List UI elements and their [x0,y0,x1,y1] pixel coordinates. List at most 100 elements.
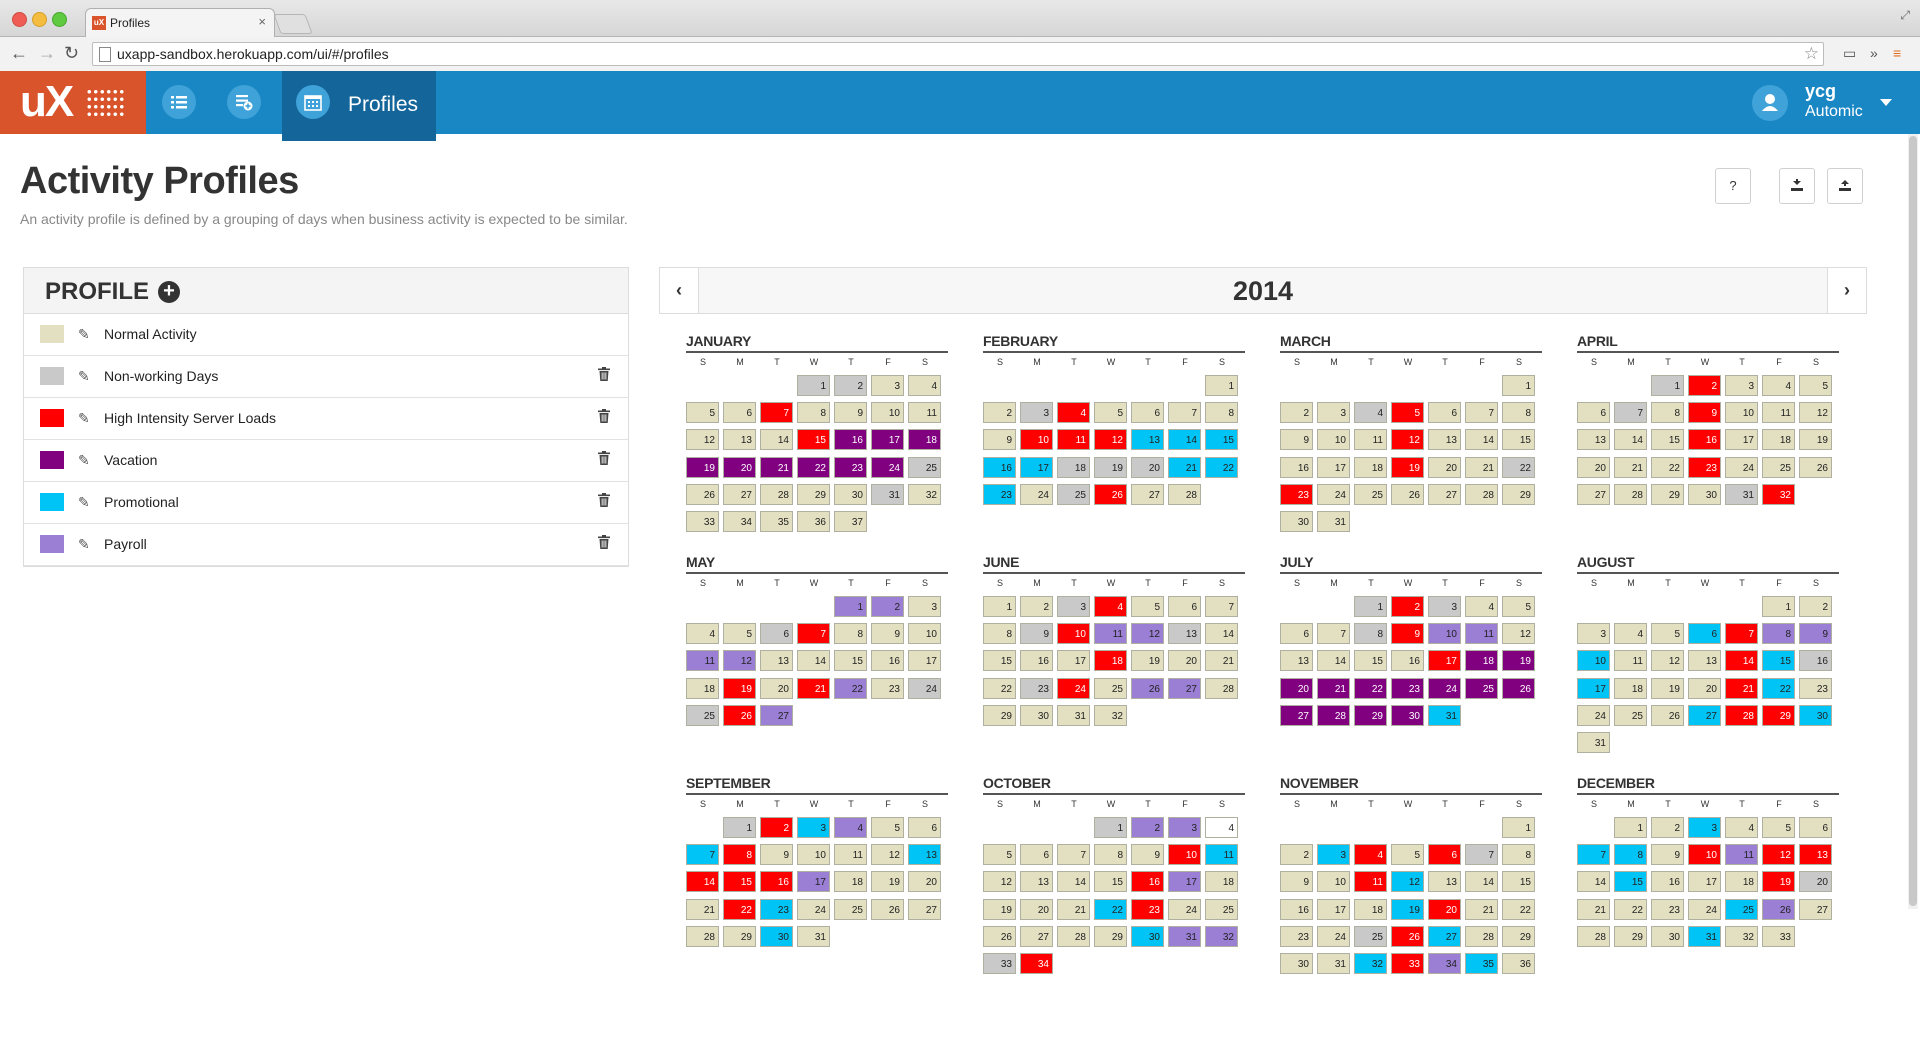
calendar-nav-button[interactable] [296,85,330,119]
calendar-day[interactable]: 27 [1688,704,1721,726]
calendar-day[interactable]: 26 [1799,456,1832,478]
export-button[interactable] [1827,168,1863,204]
calendar-day[interactable]: 15 [983,650,1016,672]
calendar-day[interactable]: 29 [1094,925,1127,947]
calendar-day[interactable]: 9 [983,429,1016,451]
calendar-day[interactable]: 18 [1354,898,1387,920]
calendar-day[interactable]: 11 [1057,429,1090,451]
calendar-day[interactable]: 25 [1094,677,1127,699]
calendar-day[interactable]: 25 [1354,925,1387,947]
calendar-day[interactable]: 18 [1205,871,1238,893]
edit-pencil-icon[interactable]: ✎ [78,494,90,511]
calendar-day[interactable]: 1 [1094,817,1127,838]
calendar-day[interactable]: 15 [1354,650,1387,672]
fullscreen-icon[interactable]: ⤢ [1900,8,1910,23]
calendar-day[interactable]: 14 [1465,871,1498,893]
calendar-day[interactable]: 4 [1354,402,1387,424]
calendar-day[interactable]: 17 [1688,871,1721,893]
calendar-day[interactable]: 19 [871,871,904,893]
calendar-day[interactable]: 1 [1502,817,1535,838]
calendar-day[interactable]: 17 [1428,650,1461,672]
calendar-day[interactable]: 21 [1465,898,1498,920]
profile-color-swatch[interactable] [40,451,64,469]
calendar-day[interactable]: 27 [1168,677,1201,699]
calendar-day[interactable]: 15 [723,871,756,893]
calendar-day[interactable]: 9 [1391,623,1424,645]
delete-trash-icon[interactable] [598,493,610,512]
calendar-day[interactable]: 5 [1762,817,1795,838]
calendar-day[interactable]: 23 [983,483,1016,505]
calendar-day[interactable]: 26 [686,483,719,505]
calendar-day[interactable]: 35 [760,511,793,532]
reload-icon[interactable]: ↻ [64,43,79,64]
profile-row[interactable]: ✎ Payroll [24,524,628,566]
calendar-day[interactable]: 17 [1020,456,1053,478]
calendar-day[interactable]: 2 [1688,375,1721,396]
calendar-day[interactable]: 16 [1391,650,1424,672]
cast-icon[interactable]: ▭ [1843,45,1856,62]
calendar-day[interactable]: 30 [1688,483,1721,505]
calendar-day[interactable]: 14 [1205,623,1238,645]
calendar-day[interactable]: 26 [1651,704,1684,726]
calendar-day[interactable]: 10 [1577,650,1610,672]
calendar-day[interactable]: 10 [1168,844,1201,866]
calendar-day[interactable]: 36 [1502,953,1535,974]
calendar-day[interactable]: 21 [1577,898,1610,920]
calendar-day[interactable]: 4 [1725,817,1758,838]
calendar-day[interactable]: 16 [1131,871,1164,893]
delete-trash-icon[interactable] [598,367,610,386]
calendar-day[interactable]: 31 [1725,483,1758,505]
calendar-day[interactable]: 9 [760,844,793,866]
calendar-day[interactable]: 3 [797,817,830,838]
calendar-day[interactable]: 27 [1280,704,1313,726]
calendar-day[interactable]: 19 [1391,456,1424,478]
calendar-day[interactable]: 10 [1020,429,1053,451]
calendar-day[interactable]: 19 [1651,677,1684,699]
calendar-day[interactable]: 20 [1428,456,1461,478]
calendar-day[interactable]: 34 [1020,953,1053,974]
calendar-day[interactable]: 25 [908,456,941,478]
calendar-day[interactable]: 5 [1799,375,1832,396]
calendar-day[interactable]: 31 [1688,925,1721,947]
calendar-day[interactable]: 2 [760,817,793,838]
calendar-day[interactable]: 18 [908,429,941,451]
calendar-day[interactable]: 13 [1280,650,1313,672]
calendar-day[interactable]: 28 [1614,483,1647,505]
calendar-day[interactable]: 20 [1020,898,1053,920]
user-menu-caret-icon[interactable] [1880,99,1892,106]
calendar-day[interactable]: 20 [1280,677,1313,699]
menu-icon[interactable]: ≡ [1893,45,1901,61]
calendar-day[interactable]: 6 [760,623,793,645]
calendar-day[interactable]: 16 [1280,898,1313,920]
calendar-day[interactable]: 15 [797,429,830,451]
minimize-window-button[interactable] [32,12,47,27]
calendar-day[interactable]: 1 [1205,375,1238,396]
calendar-day[interactable]: 16 [871,650,904,672]
calendar-day[interactable]: 29 [1502,483,1535,505]
profile-color-swatch[interactable] [40,409,64,427]
calendar-day[interactable]: 12 [723,650,756,672]
calendar-day[interactable]: 3 [1725,375,1758,396]
edit-pencil-icon[interactable]: ✎ [78,368,90,385]
calendar-day[interactable]: 19 [686,456,719,478]
calendar-day[interactable]: 34 [723,511,756,532]
calendar-day[interactable]: 6 [1131,402,1164,424]
calendar-day[interactable]: 24 [1688,898,1721,920]
calendar-day[interactable]: 29 [1651,483,1684,505]
calendar-day[interactable]: 28 [1725,704,1758,726]
calendar-day[interactable]: 18 [834,871,867,893]
calendar-day[interactable]: 1 [1762,596,1795,617]
calendar-day[interactable]: 8 [1094,844,1127,866]
calendar-day[interactable]: 20 [1577,456,1610,478]
calendar-day[interactable]: 18 [1465,650,1498,672]
calendar-day[interactable]: 19 [1391,898,1424,920]
calendar-day[interactable]: 5 [1651,623,1684,645]
calendar-day[interactable]: 8 [1205,402,1238,424]
calendar-day[interactable]: 12 [871,844,904,866]
calendar-day[interactable]: 22 [834,677,867,699]
calendar-day[interactable]: 5 [1391,844,1424,866]
delete-trash-icon[interactable] [598,451,610,470]
calendar-day[interactable]: 1 [834,596,867,617]
calendar-day[interactable]: 28 [1205,677,1238,699]
calendar-day[interactable]: 11 [1465,623,1498,645]
